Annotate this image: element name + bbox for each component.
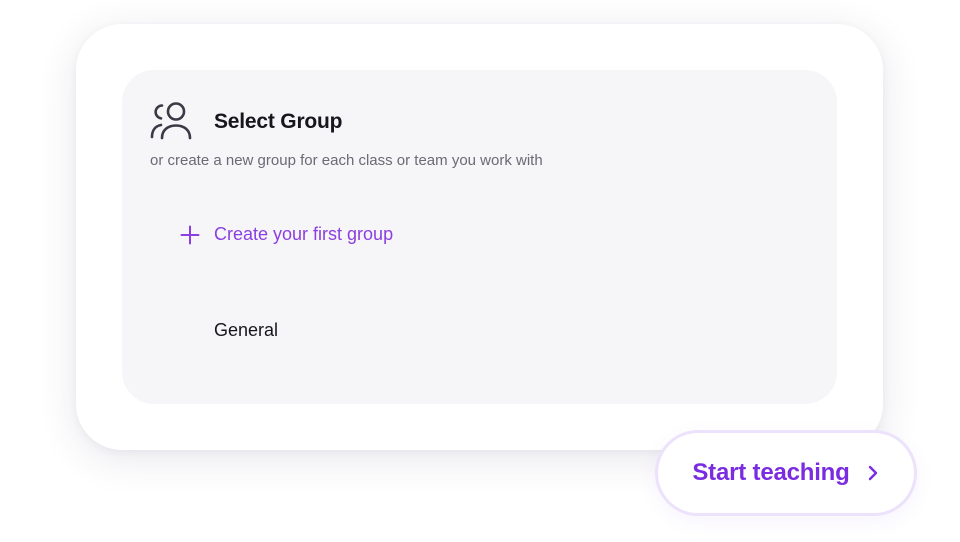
start-teaching-label: Start teaching — [692, 459, 850, 486]
group-panel-title: Select Group — [214, 110, 343, 133]
plus-icon — [180, 225, 200, 244]
create-group-label: Create your first group — [214, 224, 394, 244]
start-teaching-button[interactable]: Start teaching — [655, 430, 917, 516]
group-panel-header: Select Group — [149, 100, 342, 142]
group-item-general[interactable]: General — [214, 320, 278, 341]
page: Select Group or create a new group for e… — [0, 0, 960, 542]
create-group-button[interactable]: Create your first group — [180, 224, 393, 245]
chevron-right-icon — [868, 465, 877, 481]
group-panel-subtitle: or create a new group for each class or … — [150, 152, 543, 169]
group-panel: Select Group or create a new group for e… — [122, 70, 837, 404]
group-selection-card: Select Group or create a new group for e… — [76, 24, 883, 450]
people-group-icon — [150, 102, 192, 140]
